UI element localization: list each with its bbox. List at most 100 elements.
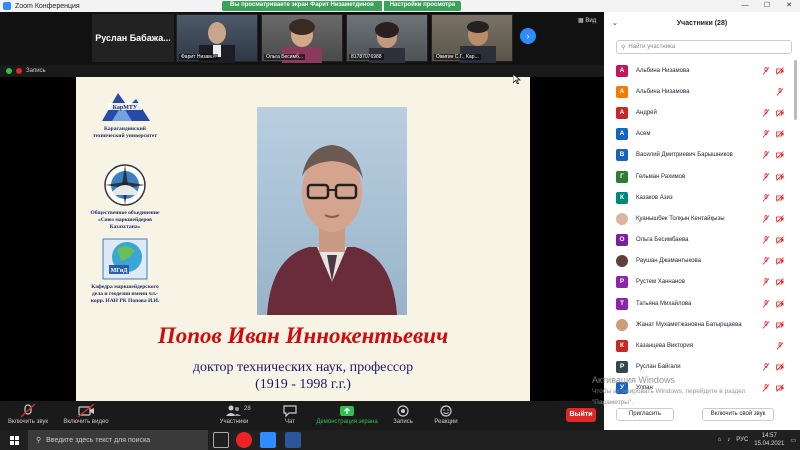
participant-row[interactable]: К Казанцева Виктория [604,335,800,356]
kartu-caption: Карагандинский технический университет [92,126,158,139]
video-off-icon [776,215,784,223]
windows-start-icon[interactable] [10,436,19,445]
mountain-logo-icon: КарМТУ [102,93,150,121]
participant-name: Асем [636,131,651,138]
participant-row[interactable]: Г Гельман Рахимов [604,166,800,187]
language-indicator[interactable]: РУС [736,437,748,443]
participant-row[interactable]: А Андрей [604,102,800,123]
participant-avatar: А [616,106,628,119]
participant-row[interactable]: Т Татьяна Михайлова [604,293,800,314]
video-tile[interactable]: 81787076988 [346,14,428,63]
participant-row[interactable]: А Альбина Низамова [604,60,800,81]
participants-button[interactable]: 28 Участники [204,404,264,425]
video-off-icon [776,109,784,117]
participant-search-input[interactable]: ⚲ Найти участника [616,40,792,54]
invite-button[interactable]: Пригласить [616,408,674,421]
network-icon[interactable]: ⌂ [718,437,722,443]
participant-row[interactable]: Қуанышбек Толқын Кентайқызы [604,208,800,229]
participant-row[interactable]: А Асем [604,124,800,145]
participant-avatar: О [616,234,628,247]
participants-scrollbar[interactable] [794,60,797,120]
participant-row[interactable]: Жанат Мухаметжановна Батырщаева [604,314,800,335]
shield-icon[interactable] [6,68,12,74]
close-icon[interactable]: ✕ [778,0,800,12]
participant-row[interactable]: К Казаков Азиз [604,187,800,208]
participant-status-icons [776,342,784,350]
person-name-heading: Попов Иван Иннокентьевич [157,323,449,348]
volume-icon[interactable]: ♪ [727,437,730,443]
kartu-abbr: КарМТУ [113,105,138,111]
participant-avatar [616,212,628,225]
participant-name: Андрей [636,109,657,116]
unmute-button[interactable]: Включить звук [0,404,58,425]
portrait-image [267,145,397,315]
search-icon: ⚲ [621,44,626,51]
participant-row[interactable]: А Альбина Низамова [604,81,800,102]
video-tile[interactable]: Ольга Бесимб... [261,14,343,63]
minimize-icon[interactable]: — [734,0,756,12]
participant-name: Ольга Бесимбаева [636,237,689,244]
leave-meeting-button[interactable]: Выйти [566,408,596,422]
task-view-icon[interactable] [213,432,229,448]
watermark-title: Активация Windows [592,375,675,385]
participant-status-icons [762,215,784,223]
notifications-icon[interactable]: ▭ [790,437,796,444]
participant-status-icons [762,363,784,372]
participant-avatar: К [616,191,628,204]
participant-avatar: Г [616,170,628,183]
reactions-button[interactable]: Реакции [416,404,476,425]
years-text: (1919 - 1998 г.г.) [255,377,351,392]
unmute-myself-button[interactable]: Включить свой звук [702,408,774,421]
search-placeholder: Найти участника [628,44,676,50]
video-tile[interactable]: Ожигин С.Г., Кар... [431,14,513,63]
taskbar-clock[interactable]: 14:57 15.04.2021 [754,432,784,448]
video-off-icon [776,151,784,160]
window-controls: — ☐ ✕ [734,0,800,12]
participant-name: Рустем Ханнанов [636,279,685,286]
participant-avatar: Т [616,297,628,310]
word-taskbar-icon[interactable] [285,432,301,448]
start-video-button[interactable]: Включить видео [56,404,116,425]
zoom-taskbar-icon[interactable] [260,432,276,448]
participant-row[interactable]: Раушан Джамантыкова [604,251,800,272]
participant-name-tile[interactable]: Руслан Бабажа... [92,14,174,62]
participant-status-icons [762,130,784,138]
view-options-button[interactable]: Настройки просмотра [383,1,462,11]
mic-off-icon [20,404,36,418]
mic-off-icon [762,278,770,287]
participant-status-icons [762,66,784,75]
recording-label: Запись [26,68,46,74]
video-off-icon [776,299,784,308]
opera-browser-icon[interactable] [236,432,252,448]
participants-count: 28 [244,406,251,412]
mic-off-icon [762,236,770,244]
participant-name: Казанцева Виктория [636,343,693,350]
search-icon: ⚲ [36,437,42,444]
participant-row[interactable]: О Ольга Бесимбаева [604,230,800,251]
video-tile-name: Фарит Низам... [179,54,218,60]
maximize-icon[interactable]: ☐ [756,0,778,12]
mic-off-icon [776,342,784,350]
participant-name: Альбина Низамова [636,67,690,74]
chevron-down-icon[interactable]: ⌄ [612,19,618,27]
participants-label: Участники [219,419,249,425]
view-button[interactable]: ▦ Вид [578,17,596,24]
video-tile-name: Ожигин С.Г., Кар... [434,54,481,60]
compass-logo-icon [104,164,146,206]
participants-panel-title: Участники (28) [676,19,728,27]
record-label: Запись [393,419,413,425]
next-page-arrow-icon[interactable]: › [520,28,536,44]
mic-off-icon [762,363,770,371]
participant-avatar: Р [616,276,628,289]
participant-name: Гельман Рахимов [636,173,686,180]
video-tile[interactable]: Фарит Низам... [176,14,258,63]
participant-status-icons [776,87,784,96]
kartu-logo: КарМТУ Карагандинский технический универ… [90,87,160,140]
taskbar-search-box[interactable]: ⚲ Введите здесь текст для поиска [28,430,208,450]
participant-name: Раушан Джамантыкова [636,258,701,265]
participant-status-icons [762,299,784,308]
participant-status-icons [762,109,784,117]
participant-name: Татьяна Михайлова [636,300,692,307]
participant-row[interactable]: В Василий Дмитриевич Барышников [604,145,800,166]
participant-row[interactable]: Р Рустем Ханнанов [604,272,800,293]
